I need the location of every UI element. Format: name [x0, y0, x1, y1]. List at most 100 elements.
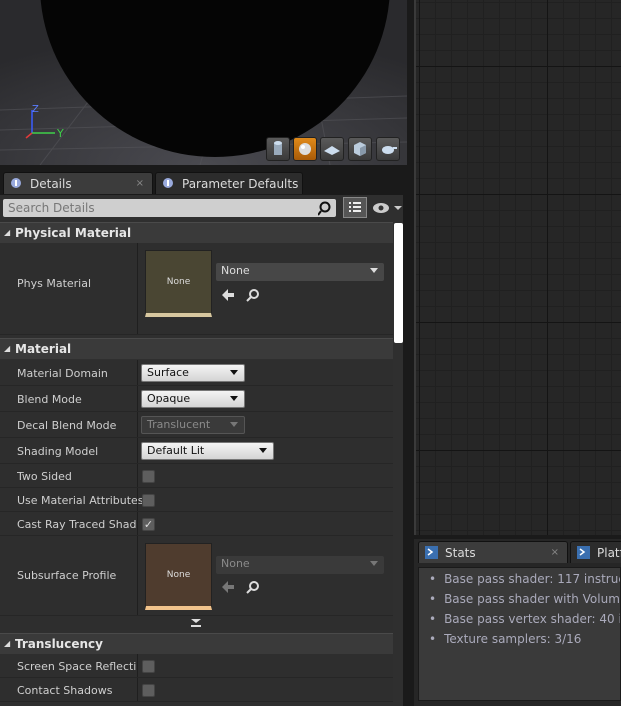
preview-cube-button[interactable] [348, 137, 372, 161]
two-sided-checkbox[interactable] [142, 470, 155, 483]
preview-viewport[interactable]: Z Y [0, 0, 407, 165]
column-divider[interactable] [137, 243, 138, 334]
tab-platforms[interactable]: Platforms [570, 541, 621, 563]
section-translucency[interactable]: ◢ Translucency [0, 633, 393, 654]
cast-ray-traced-checkbox[interactable]: ✓ [142, 518, 155, 531]
contact-shadows-checkbox[interactable] [142, 684, 155, 697]
shading-model-value: Default Lit [147, 444, 205, 457]
advanced-expander[interactable] [0, 616, 393, 630]
section-translucency-title: Translucency [15, 637, 103, 651]
tab-details-label: Details [30, 177, 72, 191]
axis-y-label: Y [57, 127, 64, 140]
tab-platforms-label: Platforms [597, 546, 621, 560]
decal-blend-row: Decal Blend Mode Translucent [0, 412, 393, 438]
shading-model-row: Shading Model Default Lit [0, 438, 393, 464]
sphere-icon [299, 143, 311, 155]
tab-details[interactable]: Details × [3, 172, 153, 194]
column-divider[interactable] [137, 412, 138, 437]
phys-material-dropdown[interactable]: None [216, 263, 384, 281]
column-divider[interactable] [137, 464, 138, 487]
stat-line: • Texture samplers: 3/16 [429, 632, 582, 646]
decal-blend-label: Decal Blend Mode [17, 419, 117, 432]
stats-icon [577, 546, 590, 559]
preview-teapot-button[interactable] [376, 137, 400, 161]
blend-mode-label: Blend Mode [17, 393, 82, 406]
subsurface-dropdown-value: None [221, 557, 250, 570]
column-divider[interactable] [137, 360, 138, 385]
chevron-down-icon [230, 370, 238, 375]
section-material[interactable]: ◢ Material [0, 338, 393, 359]
viewport-scene [0, 0, 407, 165]
use-material-attributes-checkbox[interactable] [142, 494, 155, 507]
material-domain-label: Material Domain [17, 367, 108, 380]
collapse-arrow-icon: ◢ [4, 639, 11, 648]
column-divider[interactable] [137, 512, 138, 535]
plane-icon [324, 146, 340, 155]
preview-sphere-button[interactable] [293, 137, 317, 161]
stat-line: •Base pass vertex shader: 40 instruction… [429, 612, 620, 626]
axis-z-label: Z [32, 104, 39, 115]
stat-line: •Base pass shader with Volumetric Lightm… [429, 592, 620, 606]
view-options-button[interactable] [343, 197, 367, 218]
details-icon [11, 178, 21, 188]
column-divider[interactable] [137, 654, 138, 677]
ssr-label: Screen Space Reflections [17, 660, 136, 673]
phys-material-thumbnail[interactable]: None [145, 250, 212, 317]
section-physical-title: Physical Material [15, 226, 132, 240]
column-divider[interactable] [137, 488, 138, 511]
search-icon[interactable] [318, 201, 334, 217]
phys-thumb-label: None [166, 277, 191, 287]
close-icon[interactable]: × [136, 173, 144, 194]
details-panel: Search Details ◢ Physical Material Phys … [0, 195, 407, 706]
browse-search-icon[interactable] [246, 288, 260, 302]
grid-list-icon [349, 202, 361, 212]
shading-model-label: Shading Model [17, 445, 99, 458]
two-sided-label: Two Sided [17, 470, 72, 483]
column-divider[interactable] [137, 438, 138, 463]
phys-dropdown-value: None [221, 264, 250, 277]
subsurface-dropdown: None [216, 556, 384, 574]
use-selected-arrow-icon [222, 581, 234, 593]
chevron-down-icon [230, 396, 238, 401]
stats-panel: Stats × Platforms •Base pass shader: 117… [414, 539, 621, 706]
material-domain-dropdown[interactable]: Surface [141, 364, 245, 382]
eye-icon[interactable] [372, 201, 404, 215]
column-divider[interactable] [137, 678, 138, 701]
material-domain-value: Surface [147, 366, 189, 379]
blend-mode-row: Blend Mode Opaque [0, 386, 393, 412]
details-scrollbar[interactable] [394, 223, 403, 343]
phys-material-row: Phys Material None None [0, 243, 393, 335]
material-domain-row: Material Domain Surface [0, 360, 393, 386]
preview-plane-button[interactable] [320, 137, 344, 161]
panel-splitter[interactable] [403, 195, 407, 706]
blend-mode-dropdown[interactable]: Opaque [141, 390, 245, 408]
cast-ray-traced-label: Cast Ray Traced Shadows [17, 518, 136, 531]
browse-search-icon[interactable] [246, 580, 260, 594]
collapse-arrow-icon: ◢ [4, 228, 11, 237]
contact-shadows-label: Contact Shadows [17, 684, 113, 697]
use-selected-arrow-icon[interactable] [221, 288, 235, 302]
collapse-arrow-icon: ◢ [4, 344, 11, 353]
tab-stats[interactable]: Stats × [418, 541, 568, 563]
close-icon[interactable]: × [551, 542, 559, 563]
subsurface-thumb-label: None [166, 570, 191, 580]
column-divider[interactable] [137, 386, 138, 411]
expand-advanced-icon [191, 619, 201, 627]
check-icon: ✓ [143, 518, 154, 531]
subsurface-profile-row: Subsurface Profile None None [0, 536, 393, 616]
contact-shadows-row: Contact Shadows [0, 678, 393, 702]
preview-cylinder-button[interactable] [266, 137, 290, 161]
two-sided-row: Two Sided [0, 464, 393, 488]
details-icon [163, 178, 173, 188]
tab-parameter-defaults[interactable]: Parameter Defaults [155, 172, 303, 194]
subsurface-thumbnail[interactable]: None [145, 543, 212, 610]
search-input[interactable]: Search Details [3, 199, 336, 217]
material-graph[interactable] [414, 0, 621, 535]
ssr-checkbox[interactable] [142, 660, 155, 673]
use-material-attributes-label: Use Material Attributes [17, 494, 144, 507]
section-physical-material[interactable]: ◢ Physical Material [0, 222, 393, 243]
shading-model-dropdown[interactable]: Default Lit [141, 442, 274, 460]
teapot-icon [382, 146, 397, 154]
column-divider[interactable] [137, 536, 138, 615]
details-tabbar: Details × Parameter Defaults [0, 172, 407, 195]
